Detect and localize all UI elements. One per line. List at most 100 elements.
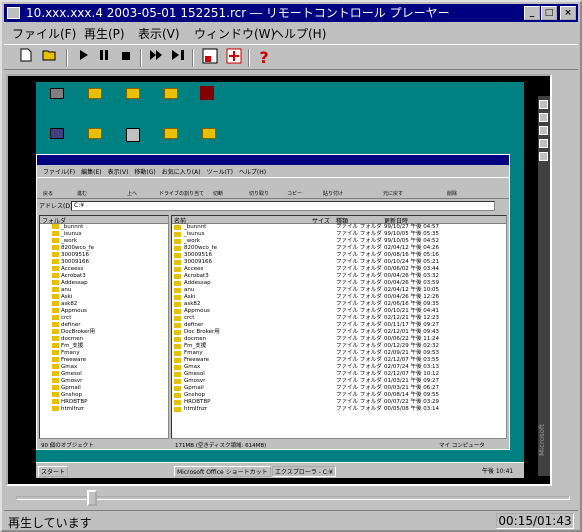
tree-item: 30009166 (40, 259, 168, 266)
folder-icon (174, 365, 181, 370)
file-row: Acrobat3 ファイル フォルダ 00/04/26 午後 03:32 (172, 273, 506, 280)
tree-item: ask82 (40, 301, 168, 308)
tree-item-label: Aski (61, 294, 73, 300)
explorer-tool-label: 進む (77, 191, 88, 197)
tree-item-label: _isunus (61, 231, 82, 237)
file-type: ファイル フォルダ (336, 301, 382, 307)
tree-item: Fm_支援 (40, 343, 168, 350)
file-modified: 00/06/22 午後 11:24 (384, 336, 440, 342)
location: マイ コンピュータ (439, 443, 485, 449)
settings-icon[interactable] (200, 48, 220, 68)
remote-taskbar: スタート Microsoft Office ショートカット エクスプローラ - … (36, 462, 524, 478)
office-app-icon (539, 152, 548, 161)
toolbar: ? (4, 44, 578, 70)
file-row: crct ファイル フォルダ 02/12/21 午後 12:23 (172, 315, 506, 322)
file-row: ask82 ファイル フォルダ 02/06/16 午後 09:35 (172, 301, 506, 308)
file-name: Addessap (184, 280, 211, 286)
file-modified: 00/04/26 午後 03:32 (384, 273, 440, 279)
seek-thumb[interactable] (87, 490, 98, 506)
file-name: anu (184, 287, 195, 293)
file-row: Accees ファイル フォルダ 00/06/02 午後 03:44 (172, 266, 506, 273)
file-modified: 99/10/27 午後 04:57 (384, 224, 440, 230)
file-modified: 00/10/24 午後 05:21 (384, 259, 440, 265)
folder-icon (52, 224, 59, 229)
folder-tree-header: フォルダ (40, 216, 168, 225)
stop-icon[interactable] (116, 48, 136, 68)
folder-icon (52, 406, 59, 411)
tree-item-label: Gmesol (61, 371, 82, 377)
file-type: ファイル フォルダ (336, 231, 382, 237)
folder-icon (174, 281, 181, 286)
folder-icon (174, 393, 181, 398)
menu-help[interactable]: ヘルプ(H) (272, 25, 326, 42)
tree-item: Gmosvr (40, 378, 168, 385)
file-name: HRDBTBP (184, 399, 211, 405)
title-bar[interactable]: 10.xxx.xxx.4 2003-05-01 152251.rcr ― リモー… (4, 4, 578, 22)
main-window: 10.xxx.xxx.4 2003-05-01 152251.rcr ― リモー… (0, 0, 582, 532)
file-modified: 00/12/29 午後 02:32 (384, 343, 440, 349)
folder-icon (174, 295, 181, 300)
file-name: Fm_支援 (184, 343, 207, 349)
pause-icon[interactable] (94, 48, 114, 68)
menu-window[interactable]: ウィンドウ(W) (194, 25, 275, 42)
seek-bar[interactable] (6, 490, 578, 506)
explorer-tool-label: コピー (287, 191, 303, 197)
file-modified: 00/11/17 午後 09:27 (384, 322, 440, 328)
file-name: 30009166 (184, 259, 212, 265)
folder-icon (52, 266, 59, 271)
menu-view[interactable]: 表示(V) (138, 25, 180, 42)
seek-track[interactable] (16, 496, 570, 500)
fast-forward-icon[interactable] (146, 48, 166, 68)
toolbar-separator (140, 49, 142, 67)
file-name: Fmany (184, 350, 203, 356)
folder-icon (174, 246, 181, 251)
explorer-tool-label: 切り取り (249, 191, 270, 197)
open-icon[interactable] (40, 48, 60, 68)
file-name: 30009516 (184, 252, 212, 258)
office-app-icon (539, 126, 548, 135)
app-icon[interactable] (7, 7, 20, 19)
new-icon[interactable] (16, 48, 36, 68)
search-icon (126, 128, 140, 142)
file-type: ファイル フォルダ (336, 322, 382, 328)
folder-icon (164, 128, 178, 139)
folder-icon (174, 351, 181, 356)
explorer-status-bar: 90 個のオブジェクト 171MB (空きディスク領域: 614MB) マイ コ… (39, 441, 507, 449)
app-shortcut-icon (200, 86, 214, 100)
full-screen-icon[interactable] (224, 48, 244, 68)
file-name: Gprnail (184, 385, 204, 391)
file-type: ファイル フォルダ (336, 385, 382, 391)
menu-file[interactable]: ファイル(F) (12, 25, 76, 42)
file-list-header: 名前 サイズ 種類 更新日時 (172, 216, 506, 225)
minimize-button[interactable]: _ (524, 6, 540, 20)
tree-item-label: 8200wco_fe (61, 245, 94, 251)
file-row: htmlfnzr ファイル フォルダ 00/05/08 午後 03:14 (172, 406, 506, 413)
maximize-button[interactable]: □ (541, 6, 557, 20)
folder-icon (52, 308, 59, 313)
file-name: Doc Broker用 (184, 329, 220, 335)
menu-bar: ファイル(F) 再生(P) 表示(V) ウィンドウ(W) ヘルプ(H) (4, 23, 578, 43)
address-value: C:¥ (71, 201, 495, 211)
explorer-tool-label: 元に戻す (383, 191, 404, 197)
file-type: ファイル フォルダ (336, 406, 382, 412)
tree-item: Gprnail (40, 385, 168, 392)
folder-icon (52, 350, 59, 355)
menu-play[interactable]: 再生(P) (84, 25, 125, 42)
tree-item: docmen (40, 336, 168, 343)
help-icon[interactable]: ? (254, 48, 274, 68)
folder-icon (174, 386, 181, 391)
play-icon[interactable] (74, 48, 94, 68)
folder-icon (88, 128, 102, 139)
explorer-window: ファイル(F) 編集(E) 表示(V) 移動(G) お気に入り(A) ツール(T) ヘルプ(… (36, 154, 510, 450)
tree-item-label: htmlfnzr (61, 406, 85, 412)
tree-item: _bunnnt (40, 224, 168, 231)
file-type: ファイル フォルダ (336, 399, 382, 405)
step-icon[interactable] (168, 48, 188, 68)
file-modified: 02/12/07 午後 10:12 (384, 371, 440, 377)
folder-icon (174, 400, 181, 405)
close-button[interactable]: × (560, 6, 576, 20)
file-row: Gmax ファイル フォルダ 02/07/24 午後 03:13 (172, 364, 506, 371)
file-row: _work ファイル フォルダ 99/10/05 午後 04:52 (172, 238, 506, 245)
folder-icon (52, 301, 59, 306)
folder-icon (174, 337, 181, 342)
